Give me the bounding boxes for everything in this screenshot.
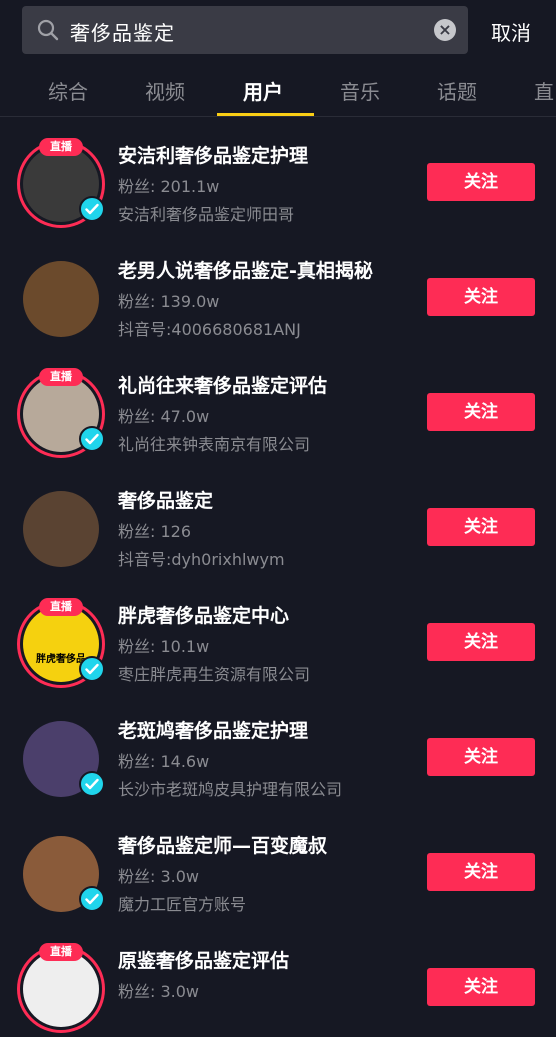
- follow-button[interactable]: 关注: [427, 508, 535, 546]
- user-description: 抖音号:4006680681ANJ: [118, 320, 301, 339]
- fan-count: 粉丝: 3.0w: [118, 867, 200, 886]
- user-name[interactable]: 奢侈品鉴定: [118, 486, 213, 513]
- avatar-container[interactable]: [17, 485, 105, 573]
- user-row[interactable]: 胖虎奢侈品 直播 胖虎奢侈品鉴定中心 粉丝: 10.1w 枣庄胖虎再生资源有限公…: [0, 577, 556, 692]
- user-name[interactable]: 礼尚往来奢侈品鉴定评估: [118, 371, 327, 398]
- fan-count: 粉丝: 126: [118, 522, 192, 541]
- user-name[interactable]: 老斑鸠奢侈品鉴定护理: [118, 716, 308, 743]
- live-badge: 直播: [39, 598, 83, 616]
- tab-music[interactable]: 音乐: [340, 76, 380, 105]
- user-row[interactable]: 直播 原鉴奢侈品鉴定评估 粉丝: 3.0w 关注: [0, 922, 556, 1037]
- follow-button[interactable]: 关注: [427, 623, 535, 661]
- fan-count: 粉丝: 201.1w: [118, 177, 220, 196]
- avatar-container[interactable]: [17, 255, 105, 343]
- avatar[interactable]: [23, 491, 99, 567]
- avatar-container[interactable]: [17, 715, 105, 803]
- tab-live[interactable]: 直: [534, 76, 554, 105]
- follow-button[interactable]: 关注: [427, 968, 535, 1006]
- live-badge: 直播: [39, 368, 83, 386]
- search-icon: [37, 19, 59, 41]
- user-row[interactable]: 直播 安洁利奢侈品鉴定护理 粉丝: 201.1w 安洁利奢侈品鉴定师田哥 关注: [0, 117, 556, 232]
- tab-topics[interactable]: 话题: [437, 76, 477, 105]
- avatar[interactable]: [23, 261, 99, 337]
- search-input[interactable]: 奢侈品鉴定: [70, 17, 175, 46]
- verified-icon: [79, 886, 105, 912]
- follow-button[interactable]: 关注: [427, 163, 535, 201]
- user-description: 安洁利奢侈品鉴定师田哥: [118, 205, 295, 224]
- live-badge: 直播: [39, 138, 83, 156]
- user-name[interactable]: 老男人说奢侈品鉴定-真相揭秘: [118, 256, 373, 283]
- follow-button[interactable]: 关注: [427, 278, 535, 316]
- user-description: 礼尚往来钟表南京有限公司: [118, 435, 311, 454]
- user-description: 枣庄胖虎再生资源有限公司: [118, 665, 311, 684]
- verified-icon: [79, 656, 105, 682]
- fan-count: 粉丝: 3.0w: [118, 982, 200, 1001]
- user-name[interactable]: 胖虎奢侈品鉴定中心: [118, 601, 289, 628]
- user-description: 魔力工匠官方账号: [118, 895, 247, 914]
- follow-button[interactable]: 关注: [427, 738, 535, 776]
- avatar-container[interactable]: 直播: [17, 138, 105, 228]
- fan-count: 粉丝: 10.1w: [118, 637, 210, 656]
- user-description: 抖音号:dyh0rixhlwym: [118, 550, 285, 569]
- user-list: 直播 安洁利奢侈品鉴定护理 粉丝: 201.1w 安洁利奢侈品鉴定师田哥 关注 …: [0, 117, 556, 1037]
- search-bar[interactable]: 奢侈品鉴定 ×: [22, 6, 468, 54]
- avatar-container[interactable]: 直播: [17, 943, 105, 1033]
- user-name[interactable]: 原鉴奢侈品鉴定评估: [118, 946, 289, 973]
- tab-videos[interactable]: 视频: [145, 76, 185, 105]
- user-row[interactable]: 奢侈品鉴定 粉丝: 126 抖音号:dyh0rixhlwym 关注: [0, 462, 556, 577]
- clear-icon[interactable]: ×: [434, 19, 456, 41]
- tab-bar: 综合 视频 用户 音乐 话题 直: [0, 66, 556, 117]
- user-row[interactable]: 老男人说奢侈品鉴定-真相揭秘 粉丝: 139.0w 抖音号:4006680681…: [0, 232, 556, 347]
- live-badge: 直播: [39, 943, 83, 961]
- verified-icon: [79, 196, 105, 222]
- follow-button[interactable]: 关注: [427, 393, 535, 431]
- user-row[interactable]: 直播 礼尚往来奢侈品鉴定评估 粉丝: 47.0w 礼尚往来钟表南京有限公司 关注: [0, 347, 556, 462]
- user-name[interactable]: 安洁利奢侈品鉴定护理: [118, 141, 308, 168]
- avatar-container[interactable]: 胖虎奢侈品 直播: [17, 598, 105, 688]
- active-tab-indicator: [217, 113, 314, 116]
- cancel-button[interactable]: 取消: [491, 17, 531, 46]
- avatar-container[interactable]: [17, 830, 105, 918]
- tab-comprehensive[interactable]: 综合: [48, 76, 88, 105]
- avatar-container[interactable]: 直播: [17, 368, 105, 458]
- verified-icon: [79, 426, 105, 452]
- fan-count: 粉丝: 47.0w: [118, 407, 210, 426]
- user-description: 长沙市老斑鸠皮具护理有限公司: [118, 780, 343, 799]
- user-row[interactable]: 奢侈品鉴定师—百变魔叔 粉丝: 3.0w 魔力工匠官方账号 关注: [0, 807, 556, 922]
- avatar[interactable]: [23, 951, 99, 1027]
- fan-count: 粉丝: 139.0w: [118, 292, 220, 311]
- user-name[interactable]: 奢侈品鉴定师—百变魔叔: [118, 831, 327, 858]
- tab-users[interactable]: 用户: [243, 76, 283, 105]
- fan-count: 粉丝: 14.6w: [118, 752, 210, 771]
- verified-icon: [79, 771, 105, 797]
- top-bar: 奢侈品鉴定 × 取消: [0, 0, 556, 60]
- follow-button[interactable]: 关注: [427, 853, 535, 891]
- user-row[interactable]: 老斑鸠奢侈品鉴定护理 粉丝: 14.6w 长沙市老斑鸠皮具护理有限公司 关注: [0, 692, 556, 807]
